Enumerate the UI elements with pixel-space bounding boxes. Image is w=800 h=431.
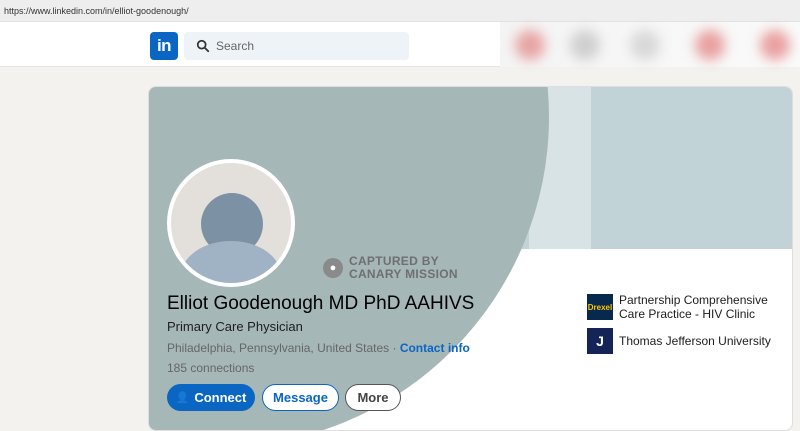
avatar [171,163,291,283]
drexel-logo-icon: Drexel [587,294,613,320]
profile-location: Philadelphia, Pennsylvania, United State… [167,341,390,355]
avatar-body [181,241,281,283]
message-button[interactable]: Message [262,384,339,411]
more-button[interactable]: More [345,384,401,411]
jefferson-logo-text: J [596,333,604,349]
blurred-icon [695,30,725,60]
profile-name: Elliot Goodenough MD PhD AAHIVS [167,293,475,314]
browser-address-bar[interactable]: https://www.linkedin.com/in/elliot-goode… [0,0,800,22]
connections-count[interactable]: 185 connections [167,361,254,375]
blurred-nav-area [500,22,800,67]
search-input[interactable] [216,36,401,56]
profile-photo[interactable] [167,159,295,287]
search-bar[interactable] [184,32,409,60]
separator: · [389,341,400,355]
blurred-icon [515,30,545,60]
organization-name: Thomas Jefferson University [619,334,771,348]
watermark-line2: CANARY MISSION [349,267,458,281]
connect-button[interactable]: 👤 Connect [167,384,255,411]
canary-mission-watermark: ● CAPTURED BY CANARY MISSION [323,255,458,281]
watermark-text: CAPTURED BY CANARY MISSION [349,255,458,281]
profile-card: ● CAPTURED BY CANARY MISSION Elliot Good… [148,86,793,431]
jefferson-logo-icon: J [587,328,613,354]
organization-name: Partnership Comprehensive Care Practice … [619,293,768,321]
linkedin-logo-icon[interactable]: in [150,32,178,60]
canary-bird-icon: ● [323,258,343,278]
drexel-logo-text: Drexel [587,302,613,312]
connect-label: Connect [194,390,247,405]
profile-headline: Primary Care Physician [167,319,303,334]
top-navigation: in [0,22,800,67]
profile-location-line: Philadelphia, Pennsylvania, United State… [167,341,470,355]
blurred-icon [570,30,600,60]
add-person-icon: 👤 [175,392,190,404]
current-organization[interactable]: Drexel Partnership Comprehensive Care Pr… [587,293,774,321]
contact-info-link[interactable]: Contact info [400,341,470,355]
education-organization[interactable]: J Thomas Jefferson University [587,328,774,354]
url-text: https://www.linkedin.com/in/elliot-goode… [4,6,189,16]
logo-text: in [156,36,172,55]
blurred-icon [630,30,660,60]
blurred-icon [760,30,790,60]
search-icon [196,39,210,53]
